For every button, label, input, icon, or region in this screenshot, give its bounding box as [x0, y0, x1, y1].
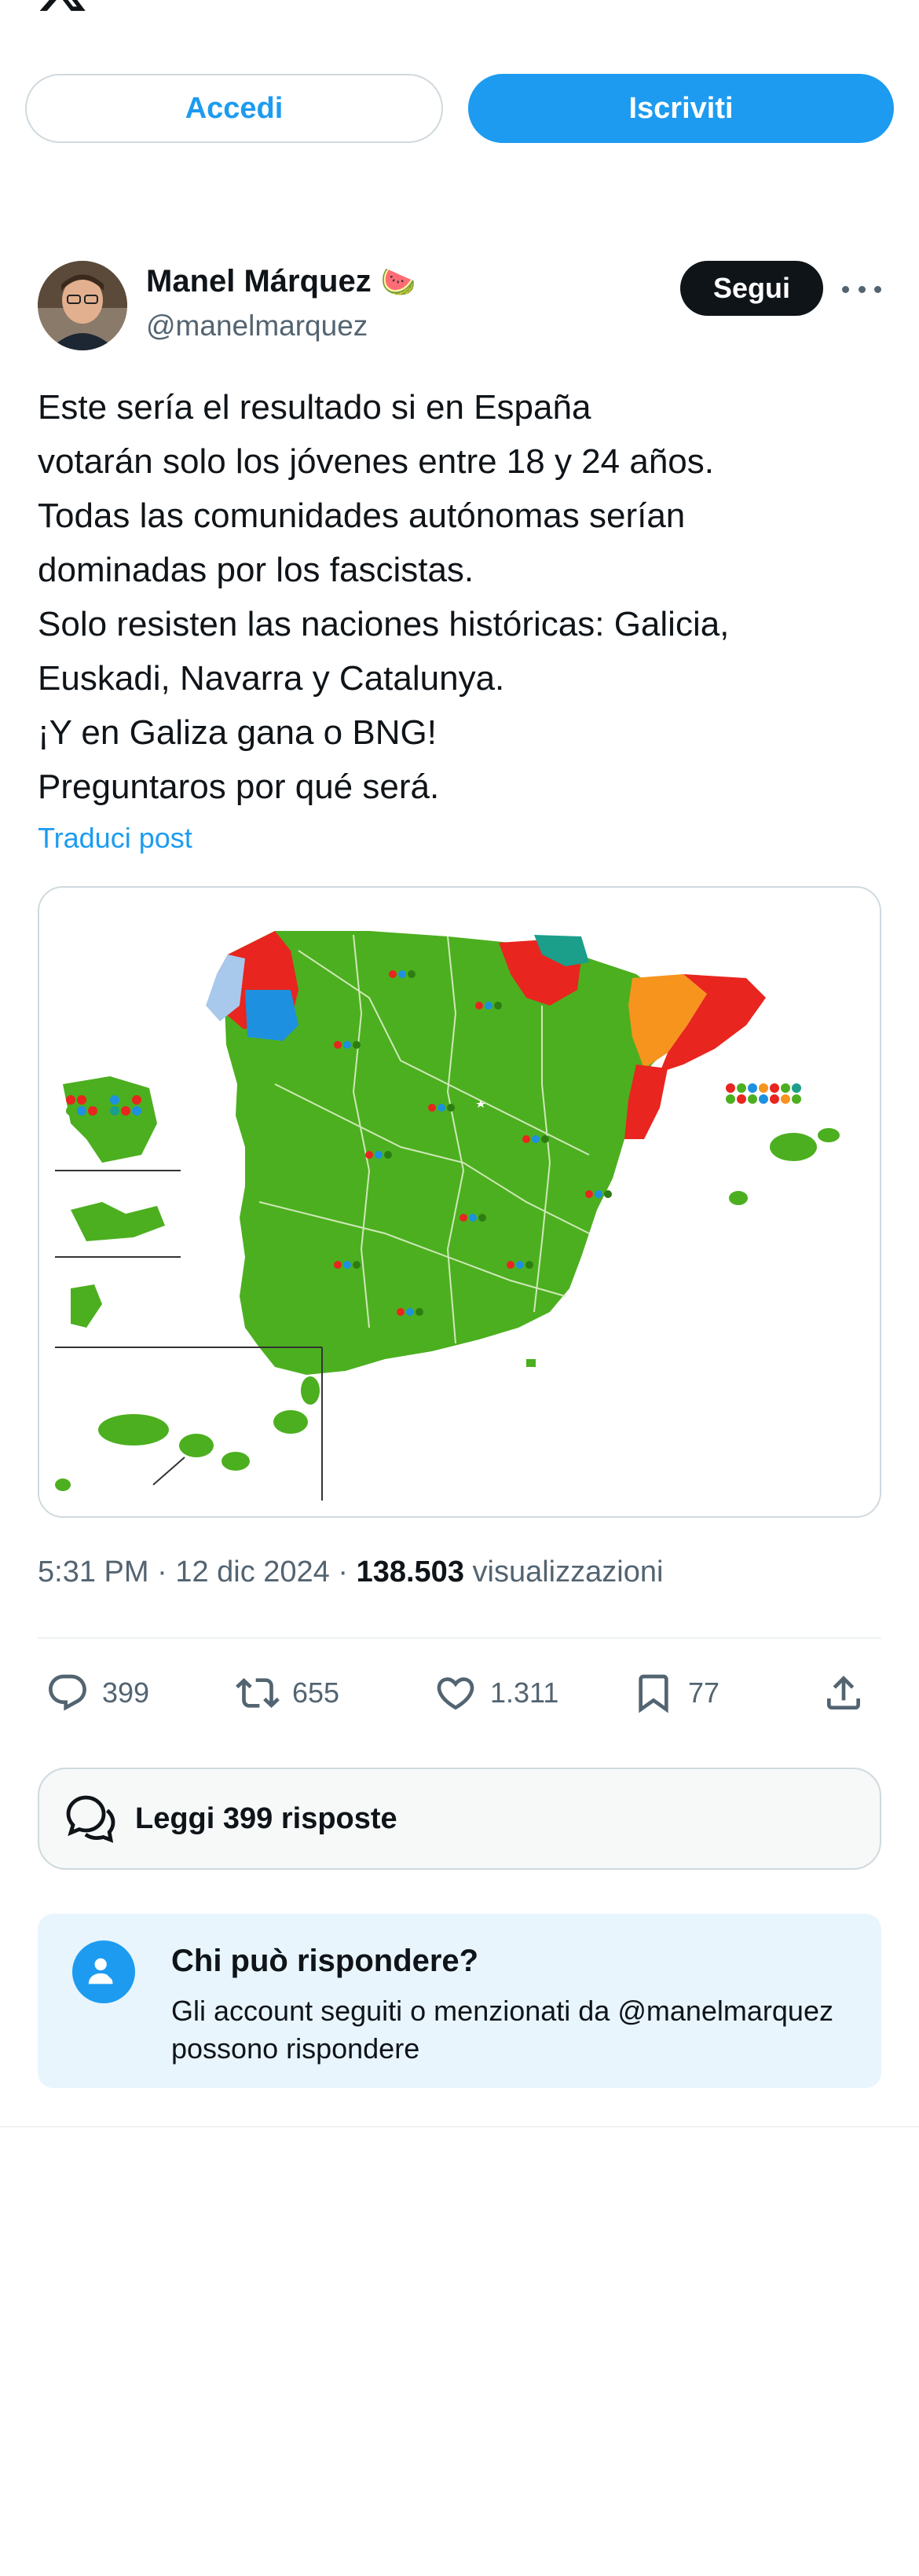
- divider: [0, 2126, 919, 2127]
- tweet-meta: 5:31 PM · 12 dic 2024 · 138.503 visualiz…: [38, 1555, 664, 1588]
- share-button[interactable]: [822, 1658, 866, 1728]
- follow-button[interactable]: Segui: [680, 261, 823, 316]
- tweet-line: Este sería el resultado si en España: [38, 388, 591, 427]
- repost-icon: [236, 1678, 280, 1708]
- reply-count: 399: [102, 1676, 150, 1709]
- heart-icon: [437, 1677, 474, 1710]
- tweet-line: Todas las comunidades autónomas serían: [38, 497, 686, 535]
- tweet-line: dominadas por los fascistas.: [38, 551, 474, 589]
- action-bar: 399 655 1.311 77: [38, 1658, 881, 1728]
- who-can-reply-description: Gli account seguiti o menzionati da @man…: [171, 1995, 833, 2065]
- views-label: visualizzazioni: [472, 1555, 664, 1588]
- tweet-text: Este sería el resultado si en España vot…: [38, 380, 894, 814]
- author-name-text[interactable]: Manel Márquez: [146, 264, 372, 299]
- tweet-line: Solo resisten las naciones históricas: G…: [38, 605, 730, 643]
- translate-post-link[interactable]: Traduci post: [38, 822, 192, 855]
- like-count: 1.311: [490, 1676, 559, 1709]
- read-replies-label: Leggi 399 risposte: [135, 1801, 397, 1835]
- share-icon: [827, 1676, 860, 1709]
- tweet-line: votarán solo los jóvenes entre 18 y 24 a…: [38, 442, 714, 481]
- tweet-media-map[interactable]: [38, 886, 881, 1518]
- author-display-name[interactable]: Manel Márquez 🍉: [146, 264, 416, 299]
- views-count: 138.503: [356, 1555, 464, 1588]
- who-can-reply-title: Chi può rispondere?: [171, 1944, 479, 1978]
- repost-count: 655: [292, 1676, 340, 1709]
- more-options-icon[interactable]: [842, 273, 881, 305]
- x-logo-icon[interactable]: [36, 0, 91, 17]
- user-check-icon: [72, 1940, 135, 2003]
- avatar[interactable]: [38, 261, 127, 350]
- tweet-date[interactable]: 12 dic 2024: [175, 1555, 330, 1588]
- tweet-line: Euskadi, Navarra y Catalunya.: [38, 659, 505, 698]
- bookmark-icon: [639, 1674, 668, 1713]
- tweet-line: Preguntaros por qué será.: [38, 768, 440, 806]
- tweet-line: ¡Y en Galiza gana o BNG!: [38, 713, 437, 752]
- reply-icon: [49, 1674, 86, 1711]
- tweet-time[interactable]: 5:31 PM: [38, 1555, 149, 1588]
- like-button[interactable]: 1.311: [434, 1658, 558, 1728]
- bookmark-button[interactable]: 77: [632, 1658, 719, 1728]
- read-replies-button[interactable]: Leggi 399 risposte: [38, 1768, 881, 1870]
- signup-button[interactable]: Iscriviti: [468, 74, 894, 143]
- repost-button[interactable]: 655: [236, 1658, 339, 1728]
- author-handle[interactable]: @manelmarquez: [146, 310, 368, 343]
- divider: [38, 1637, 881, 1639]
- bookmark-count: 77: [688, 1676, 720, 1709]
- spain-election-map-image: [39, 888, 880, 1516]
- login-button[interactable]: Accedi: [25, 74, 443, 143]
- speech-bubbles-icon: [66, 1795, 115, 1843]
- watermelon-emoji: 🍉: [380, 265, 416, 298]
- reply-button[interactable]: 399: [46, 1658, 149, 1728]
